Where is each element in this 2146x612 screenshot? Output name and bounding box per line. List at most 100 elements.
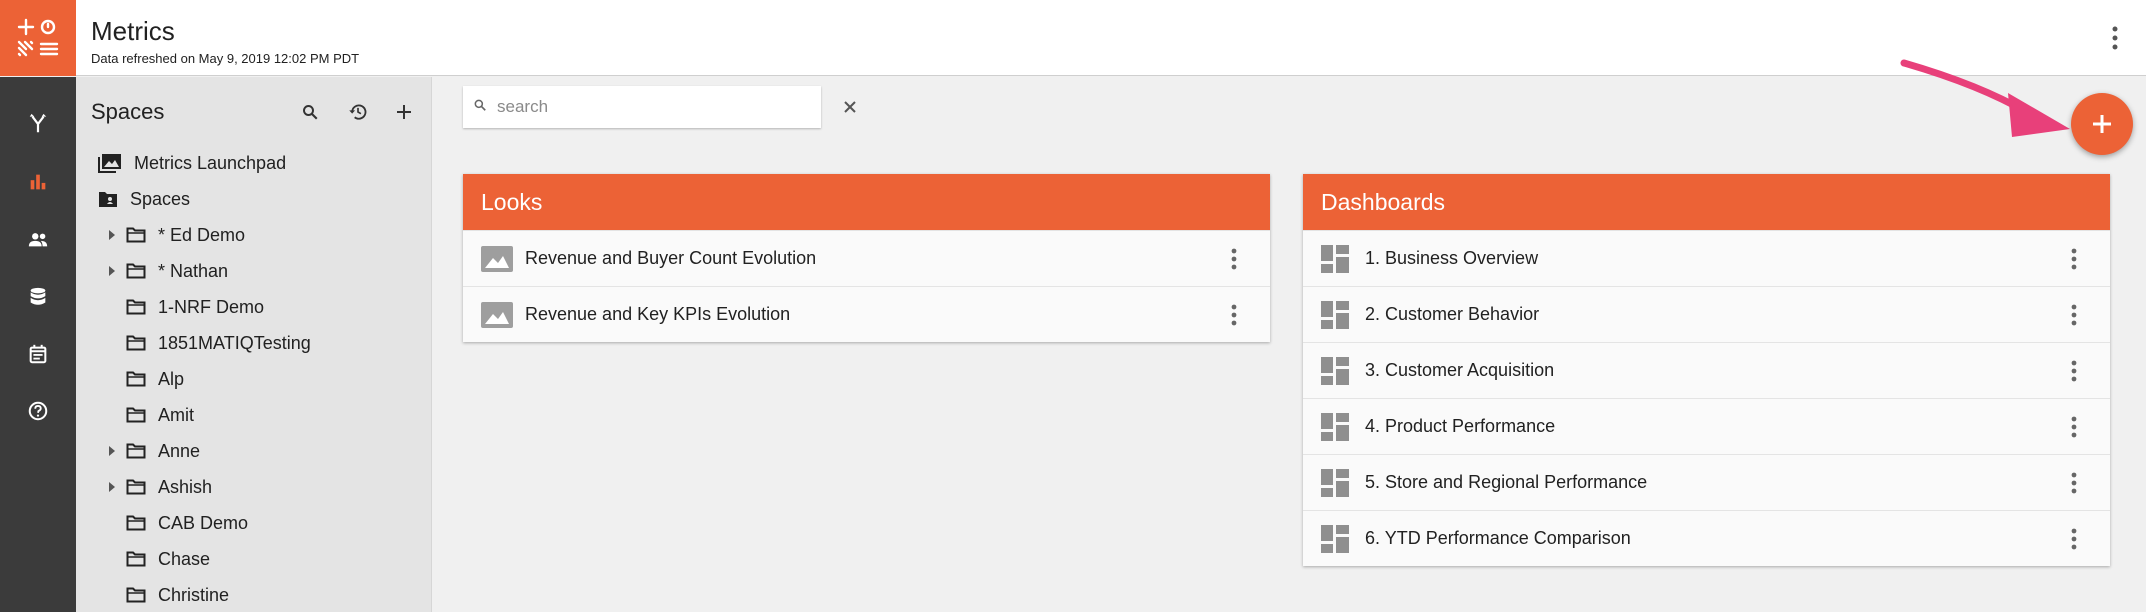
row-more-menu-icon[interactable] xyxy=(2064,413,2084,441)
plus-icon xyxy=(2093,115,2111,133)
rail-schedules-button[interactable] xyxy=(0,330,76,378)
tree-item-ashish[interactable]: Ashish xyxy=(104,471,212,503)
dashboard-row[interactable]: 6. YTD Performance Comparison xyxy=(1303,510,2110,566)
tree-item-amit[interactable]: Amit xyxy=(126,399,194,431)
dashboard-row[interactable]: 4. Product Performance xyxy=(1303,398,2110,454)
tree-item-1-nrf-demo[interactable]: 1-NRF Demo xyxy=(126,291,264,323)
tree-item-1851matiqtesting[interactable]: 1851MATIQTesting xyxy=(126,327,311,359)
spaces-add-icon[interactable] xyxy=(387,95,421,129)
tree-item-label: Metrics Launchpad xyxy=(134,152,287,173)
search-icon xyxy=(473,98,487,117)
tree-item-christine[interactable]: Christine xyxy=(126,579,229,611)
calendar-icon xyxy=(29,344,47,364)
tree-item-label: Chase xyxy=(158,548,211,569)
tree-item-alp[interactable]: Alp xyxy=(126,363,184,395)
expand-caret-icon[interactable] xyxy=(104,263,120,279)
data-refreshed-text: Data refreshed on May 9, 2019 12:02 PM P… xyxy=(91,51,360,66)
row-more-menu-icon[interactable] xyxy=(2064,469,2084,497)
dashboard-row[interactable]: 5. Store and Regional Performance xyxy=(1303,454,2110,510)
dashboard-row-label: 4. Product Performance xyxy=(1365,416,1556,436)
folder-shared-icon xyxy=(98,190,118,208)
expand-caret-icon[interactable] xyxy=(104,479,120,495)
spaces-panel: Spaces Metrics Launchpad Spaces * Ed Dem… xyxy=(76,77,432,612)
look-row-label: Revenue and Key KPIs Evolution xyxy=(525,304,791,324)
folder-icon xyxy=(126,371,146,387)
row-more-menu-icon[interactable] xyxy=(2064,245,2084,273)
folder-icon xyxy=(126,587,146,603)
image-icon xyxy=(481,301,525,328)
folder-icon xyxy=(126,551,146,567)
rail-browse-button[interactable] xyxy=(0,158,76,206)
dashboard-row-label: 3. Customer Acquisition xyxy=(1365,360,1555,380)
looks-card-title: Looks xyxy=(463,174,1270,230)
header-more-menu-icon[interactable] xyxy=(2100,20,2130,56)
tree-item-label: Alp xyxy=(158,368,185,389)
tree-item-label: CAB Demo xyxy=(158,512,249,533)
dashboard-row-label: 1. Business Overview xyxy=(1365,248,1539,268)
rail-database-button[interactable] xyxy=(0,273,76,321)
tree-item-label: 1851MATIQTesting xyxy=(158,332,311,353)
rail-people-button[interactable] xyxy=(0,216,76,264)
row-more-menu-icon[interactable] xyxy=(1224,301,1244,329)
tree-item-cab-demo[interactable]: CAB Demo xyxy=(126,507,248,539)
bar-chart-icon xyxy=(30,174,46,190)
tree-item-label: Anne xyxy=(158,440,201,461)
dashboard-icon xyxy=(1321,524,1365,553)
rail-develop-button[interactable] xyxy=(0,100,76,148)
folder-icon xyxy=(126,227,146,243)
dashboard-icon xyxy=(1321,468,1365,497)
tree-item-chase[interactable]: Chase xyxy=(126,543,210,575)
expand-caret-icon[interactable] xyxy=(104,443,120,459)
rail-help-button[interactable] xyxy=(0,387,76,435)
tree-item-metrics-launchpad[interactable]: Metrics Launchpad xyxy=(98,147,286,179)
app-logo[interactable] xyxy=(0,0,76,76)
tree-item-label: Christine xyxy=(158,584,230,605)
tree-item-label: * Ed Demo xyxy=(158,224,246,245)
folder-icon xyxy=(126,479,146,495)
look-row-label: Revenue and Buyer Count Evolution xyxy=(525,248,817,268)
dashboards-card-title: Dashboards xyxy=(1303,174,2110,230)
folder-icon xyxy=(126,263,146,279)
expand-caret-icon[interactable] xyxy=(104,227,120,243)
people-icon xyxy=(28,233,48,247)
search-input[interactable] xyxy=(497,97,797,117)
dashboard-icon xyxy=(1321,244,1365,273)
spaces-search-icon[interactable] xyxy=(293,95,327,129)
add-content-button[interactable] xyxy=(2071,93,2133,155)
folder-icon xyxy=(126,335,146,351)
dashboards-card: Dashboards 1. Business Overview 2. Custo… xyxy=(1303,174,2110,566)
row-more-menu-icon[interactable] xyxy=(2064,301,2084,329)
page-title: Metrics xyxy=(91,16,175,46)
image-icon xyxy=(481,245,525,272)
dashboard-row-label: 6. YTD Performance Comparison xyxy=(1365,528,1631,548)
tree-item-label: Spaces xyxy=(130,188,191,209)
tree-item-anne[interactable]: Anne xyxy=(104,435,200,467)
share-branch-icon xyxy=(29,113,47,133)
content-search-box xyxy=(463,86,821,128)
look-row[interactable]: Revenue and Buyer Count Evolution xyxy=(463,230,1270,286)
dashboard-icon xyxy=(1321,412,1365,441)
spaces-panel-title: Spaces xyxy=(91,99,165,124)
look-row[interactable]: Revenue and Key KPIs Evolution xyxy=(463,286,1270,342)
folder-icon xyxy=(126,407,146,423)
annotation-arrow-icon xyxy=(1900,59,2070,137)
dashboard-icon xyxy=(1321,356,1365,385)
row-more-menu-icon[interactable] xyxy=(2064,357,2084,385)
dashboard-row[interactable]: 3. Customer Acquisition xyxy=(1303,342,2110,398)
row-more-menu-icon[interactable] xyxy=(2064,525,2084,553)
dashboard-row[interactable]: 1. Business Overview xyxy=(1303,230,2110,286)
folder-icon xyxy=(126,443,146,459)
dashboard-row-label: 2. Customer Behavior xyxy=(1365,304,1540,324)
row-more-menu-icon[interactable] xyxy=(1224,245,1244,273)
tree-item-nathan[interactable]: * Nathan xyxy=(104,255,228,287)
clear-search-icon[interactable] xyxy=(838,95,862,119)
tree-item-label: 1-NRF Demo xyxy=(158,296,265,317)
database-icon xyxy=(30,287,46,305)
tree-item-label: Amit xyxy=(158,404,194,425)
spaces-history-icon[interactable] xyxy=(341,95,375,129)
tree-item-label: Ashish xyxy=(158,476,213,497)
tree-item-ed-demo[interactable]: * Ed Demo xyxy=(104,219,245,251)
tree-item-label: * Nathan xyxy=(158,260,229,281)
dashboard-row[interactable]: 2. Customer Behavior xyxy=(1303,286,2110,342)
tree-item-spaces[interactable]: Spaces xyxy=(98,183,190,215)
